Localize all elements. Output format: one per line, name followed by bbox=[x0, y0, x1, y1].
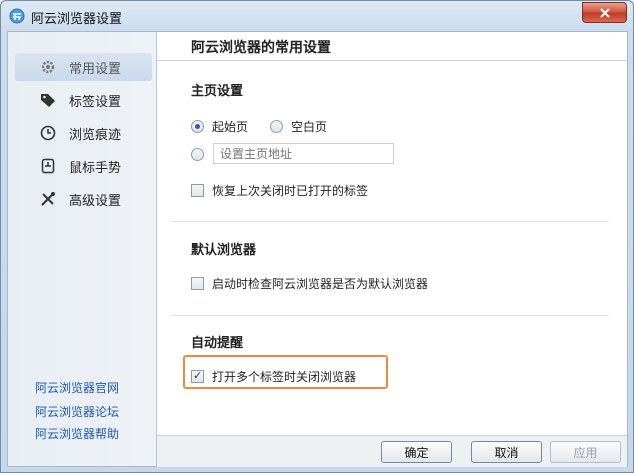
close-multi-tabs-label: 打开多个标签时关闭浏览器 bbox=[212, 370, 357, 384]
restore-tabs-label: 恢复上次关闭时已打开的标签 bbox=[212, 184, 369, 198]
homepage-url-input[interactable] bbox=[213, 143, 394, 164]
dialog-footer: 确定 取消 应用 bbox=[157, 435, 627, 467]
sidebar-item-advanced[interactable]: 高级设置 bbox=[15, 185, 152, 213]
checkmark-icon: ✓ bbox=[193, 369, 203, 382]
close-icon bbox=[599, 7, 610, 18]
sidebar-item-label: 常用设置 bbox=[69, 61, 122, 77]
sidebar: 常用设置 标签设置 浏览痕迹 鼠标手势 高级设置 阿云浏览器官网 阿云浏览器论坛… bbox=[8, 32, 157, 466]
clock-icon bbox=[39, 124, 57, 142]
sidebar-item-label: 高级设置 bbox=[69, 193, 122, 209]
sidebar-item-label: 鼠标手势 bbox=[69, 160, 122, 176]
app-logo-icon bbox=[9, 8, 25, 24]
page-title: 阿云浏览器的常用设置 bbox=[191, 40, 331, 56]
section-divider bbox=[171, 221, 609, 222]
check-default-option[interactable]: 启动时检查阿云浏览器是否为默认浏览器 bbox=[191, 275, 428, 292]
apply-button[interactable]: 应用 bbox=[550, 441, 621, 463]
default-browser-section-title: 默认浏览器 bbox=[191, 243, 257, 258]
blank-page-option[interactable]: 空白页 bbox=[270, 118, 327, 135]
close-multi-tabs-option[interactable]: ✓ 打开多个标签时关闭浏览器 bbox=[191, 368, 356, 385]
restore-tabs-checkbox[interactable] bbox=[191, 184, 204, 197]
restore-tabs-option[interactable]: 恢复上次关闭时已打开的标签 bbox=[191, 182, 368, 199]
mouse-gesture-icon bbox=[39, 157, 57, 175]
content-header: 阿云浏览器的常用设置 bbox=[157, 32, 627, 61]
check-default-checkbox[interactable] bbox=[191, 277, 204, 290]
start-page-label: 起始页 bbox=[212, 120, 249, 134]
official-site-link[interactable]: 阿云浏览器官网 bbox=[35, 379, 119, 396]
gear-icon bbox=[39, 58, 57, 76]
cancel-button[interactable]: 取消 bbox=[471, 441, 542, 463]
help-link[interactable]: 阿云浏览器帮助 bbox=[35, 425, 119, 442]
close-button[interactable] bbox=[582, 2, 627, 23]
custom-url-radio[interactable] bbox=[191, 148, 204, 161]
blank-page-radio[interactable] bbox=[270, 120, 283, 133]
sidebar-item-tabs[interactable]: 标签设置 bbox=[15, 86, 152, 114]
homepage-section-title: 主页设置 bbox=[191, 84, 244, 99]
tag-icon bbox=[39, 91, 57, 109]
settings-window: 阿云浏览器设置 常用设置 标签设置 浏览痕迹 鼠标手势 高级设置 阿云浏览器官网… bbox=[0, 0, 634, 473]
sidebar-item-mouse-gestures[interactable]: 鼠标手势 bbox=[15, 152, 152, 180]
sidebar-item-general[interactable]: 常用设置 bbox=[15, 53, 152, 81]
title-bar[interactable]: 阿云浏览器设置 bbox=[1, 1, 633, 31]
tools-icon bbox=[39, 190, 57, 208]
close-multi-tabs-checkbox[interactable]: ✓ bbox=[191, 369, 204, 383]
reminder-section-title: 自动提醒 bbox=[191, 336, 244, 351]
forum-link[interactable]: 阿云浏览器论坛 bbox=[35, 403, 119, 420]
ok-button[interactable]: 确定 bbox=[381, 441, 452, 463]
client-area: 常用设置 标签设置 浏览痕迹 鼠标手势 高级设置 阿云浏览器官网 阿云浏览器论坛… bbox=[7, 31, 628, 467]
settings-content: 阿云浏览器的常用设置 主页设置 起始页 空白页 恢复上次关闭时已打开的标签 默认… bbox=[157, 32, 627, 435]
start-page-option[interactable]: 起始页 bbox=[191, 118, 248, 135]
window-title: 阿云浏览器设置 bbox=[31, 12, 123, 27]
check-default-label: 启动时检查阿云浏览器是否为默认浏览器 bbox=[212, 277, 429, 291]
start-page-radio[interactable] bbox=[191, 120, 204, 133]
sidebar-item-history[interactable]: 浏览痕迹 bbox=[15, 119, 152, 147]
sidebar-item-label: 浏览痕迹 bbox=[69, 127, 122, 143]
section-divider bbox=[171, 315, 609, 316]
custom-url-option[interactable] bbox=[191, 148, 204, 161]
blank-page-label: 空白页 bbox=[291, 120, 328, 134]
sidebar-item-label: 标签设置 bbox=[69, 94, 122, 110]
